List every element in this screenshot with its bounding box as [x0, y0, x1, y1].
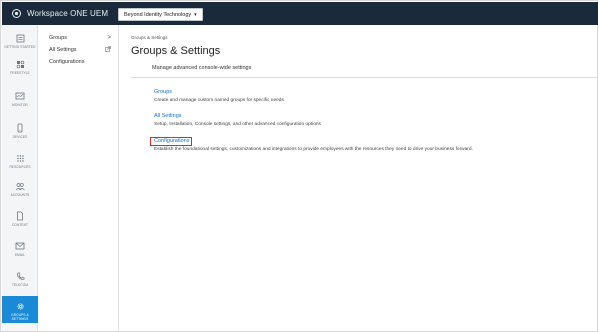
groups-description: Create and manage custom named groups fo…: [154, 98, 284, 103]
nav-item-telecom[interactable]: TELECOM: [2, 271, 38, 289]
configurations-description: Establish the foundational settings, cus…: [154, 147, 473, 152]
nav-item-devices[interactable]: DEVICES: [2, 123, 38, 141]
accounts-icon: [15, 181, 25, 191]
freestyle-icon: [15, 59, 25, 69]
nav-item-groups-settings[interactable]: GROUPS & SETTINGS: [2, 296, 38, 323]
sub-nav-item-all-settings[interactable]: All Settings: [49, 45, 115, 55]
page-title: Groups & Settings: [131, 45, 221, 57]
workspace-one-logo-icon: [10, 8, 22, 20]
nav-label: RESOURCES: [9, 165, 31, 169]
organization-group-label: Beyond Identity Technology: [124, 11, 192, 18]
groups-link[interactable]: Groups: [154, 89, 172, 95]
divider: [131, 77, 598, 78]
external-link-icon: [105, 46, 111, 54]
nav-label: GROUPS & SETTINGS: [11, 313, 29, 321]
nav-item-monitor[interactable]: MONITOR: [2, 91, 38, 109]
chevron-right-icon: >: [107, 35, 111, 41]
nav-label: CONTENT: [11, 223, 29, 227]
nav-label: EMAIL: [14, 253, 26, 257]
telecom-icon: [15, 271, 25, 281]
chevron-down-icon: ▾: [194, 11, 197, 18]
nav-item-freestyle[interactable]: FREESTYLE: [2, 59, 38, 77]
gear-icon: [15, 301, 25, 311]
highlight-box: [150, 137, 192, 146]
nav-label: MONITOR: [12, 103, 28, 107]
sub-nav: Groups > All Settings Configurations: [38, 25, 119, 331]
getting-started-icon: [15, 33, 25, 43]
app-title: Workspace ONE UEM: [27, 9, 109, 18]
main-content: Groups & Settings Groups & Settings Mana…: [119, 25, 598, 331]
sub-nav-label: Configurations: [49, 59, 85, 65]
sub-nav-label: All Settings: [49, 47, 77, 53]
resources-icon: [15, 153, 25, 163]
main-nav: GETTING STARTED FREESTYLE MONITOR DEVICE…: [2, 25, 38, 331]
nav-item-email[interactable]: EMAIL: [2, 241, 38, 259]
sub-nav-item-groups[interactable]: Groups >: [49, 33, 115, 43]
all-settings-description: Setup, Installation, Console settings, a…: [154, 122, 321, 127]
top-bar: Workspace ONE UEM Beyond Identity Techno…: [2, 2, 598, 25]
email-icon: [15, 241, 25, 251]
sub-nav-item-configurations[interactable]: Configurations: [49, 57, 115, 67]
nav-label: ACCOUNTS: [10, 193, 30, 197]
sub-nav-label: Groups: [49, 35, 68, 41]
nav-item-content[interactable]: CONTENT: [2, 211, 38, 229]
all-settings-link[interactable]: All Settings: [154, 113, 182, 119]
nav-item-accounts[interactable]: ACCOUNTS: [2, 181, 38, 199]
nav-label: TELECOM: [11, 283, 29, 287]
devices-icon: [15, 123, 25, 133]
nav-label: FREESTYLE: [10, 71, 30, 75]
nav-item-getting-started[interactable]: GETTING STARTED: [2, 33, 38, 53]
nav-label: DEVICES: [12, 135, 28, 139]
section-title: Manage advanced console-wide settings: [152, 65, 252, 71]
app-window: Workspace ONE UEM Beyond Identity Techno…: [0, 0, 598, 332]
nav-item-resources[interactable]: RESOURCES: [2, 153, 38, 171]
monitor-icon: [15, 91, 25, 101]
breadcrumb[interactable]: Groups & Settings: [131, 35, 168, 40]
nav-label: GETTING STARTED: [4, 45, 36, 49]
content-icon: [15, 211, 25, 221]
organization-group-selector[interactable]: Beyond Identity Technology ▾: [118, 8, 203, 21]
